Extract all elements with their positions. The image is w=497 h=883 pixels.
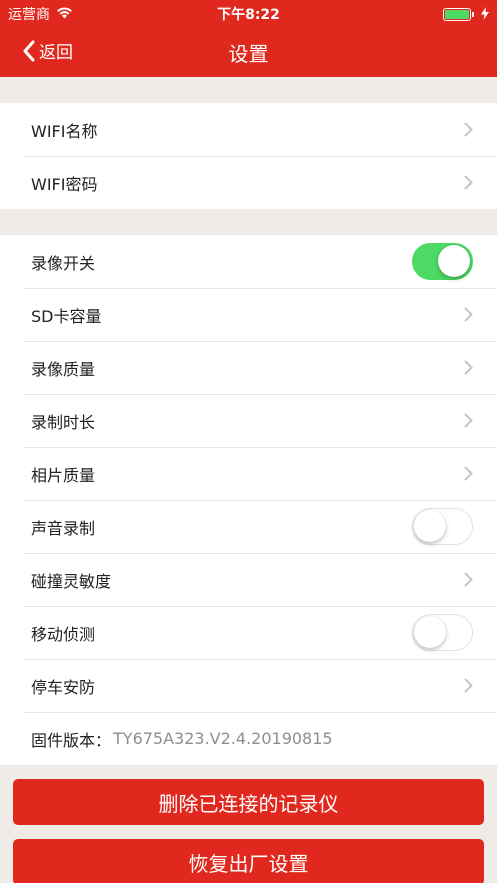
row-label: 碰撞灵敏度 [31, 571, 112, 591]
chevron-right-icon [464, 360, 473, 375]
row-label: 相片质量 [31, 465, 96, 485]
battery-icon [443, 8, 474, 21]
row-motion-detection: 移动侦测 [0, 606, 497, 659]
firmware-version-value: TY675A323.V2.4.20190815 [113, 729, 333, 748]
chevron-right-icon [464, 466, 473, 481]
row-parking-guard[interactable]: 停车安防 [0, 659, 497, 712]
nav-bar: 返回 设置 [0, 26, 497, 77]
row-wifi-name[interactable]: WIFI名称 [0, 103, 497, 156]
toggle-knob [414, 510, 446, 542]
row-recording-switch: 录像开关 [0, 235, 497, 288]
row-firmware-version: 固件版本： TY675A323.V2.4.20190815 [0, 712, 497, 765]
row-label: 录像质量 [31, 359, 96, 379]
row-wifi-password[interactable]: WIFI密码 [0, 156, 497, 209]
row-label: 固件版本： [31, 730, 112, 750]
row-sd-capacity[interactable]: SD卡容量 [0, 288, 497, 341]
row-recording-duration[interactable]: 录制时长 [0, 394, 497, 447]
chevron-right-icon [464, 678, 473, 693]
app-header: 运营商 下午8:22 返回 设置 [0, 0, 497, 77]
toggle-knob [438, 245, 470, 277]
row-label: 停车安防 [31, 677, 96, 697]
delete-connected-recorder-button[interactable]: 删除已连接的记录仪 [13, 779, 484, 825]
row-label: WIFI密码 [31, 174, 98, 194]
row-label: 声音录制 [31, 518, 96, 538]
recorder-settings-group: 录像开关 SD卡容量 录像质量 录制时长 相片质量 声音录制 碰撞灵敏度 移动侦… [0, 235, 497, 765]
row-audio-recording: 声音录制 [0, 500, 497, 553]
row-photo-quality[interactable]: 相片质量 [0, 447, 497, 500]
toggle-knob [414, 616, 446, 648]
motion-detection-toggle[interactable] [412, 614, 473, 651]
chevron-right-icon [464, 413, 473, 428]
factory-reset-button[interactable]: 恢复出厂设置 [13, 839, 484, 883]
audio-toggle[interactable] [412, 508, 473, 545]
chevron-right-icon [464, 175, 473, 190]
row-label: SD卡容量 [31, 306, 102, 326]
row-label: 录像开关 [31, 253, 96, 273]
chevron-right-icon [464, 572, 473, 587]
status-right [443, 5, 489, 24]
recording-toggle[interactable] [412, 243, 473, 280]
status-bar: 运营商 下午8:22 [0, 0, 497, 26]
battery-level [445, 10, 469, 19]
row-label: 录制时长 [31, 412, 96, 432]
row-label: WIFI名称 [31, 121, 98, 141]
wifi-settings-group: WIFI名称 WIFI密码 [0, 103, 497, 209]
row-video-quality[interactable]: 录像质量 [0, 341, 497, 394]
charging-icon [481, 5, 489, 24]
status-time: 下午8:22 [217, 7, 280, 23]
page-title: 设置 [228, 42, 269, 66]
row-label: 移动侦测 [31, 624, 96, 644]
chevron-right-icon [464, 122, 473, 137]
chevron-right-icon [464, 307, 473, 322]
row-collision-sensitivity[interactable]: 碰撞灵敏度 [0, 553, 497, 606]
